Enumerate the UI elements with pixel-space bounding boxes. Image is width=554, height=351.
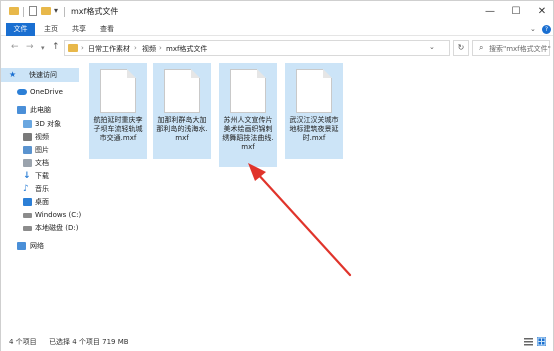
sidebar-item-quick-access[interactable]: ★ 快速访问	[1, 68, 79, 82]
tab-share[interactable]: 共享	[67, 23, 91, 36]
sidebar-item-label: 3D 对象	[35, 120, 62, 128]
new-folder-icon[interactable]	[41, 7, 51, 15]
sidebar-item-label: 音乐	[35, 185, 49, 193]
file-name: 航拍延时重庆李子坝车流轻轨城市交通.mxf	[93, 116, 143, 142]
divider	[64, 7, 65, 17]
sidebar-item-label: 此电脑	[30, 106, 51, 114]
desktop-icon	[23, 198, 32, 206]
close-button[interactable]: ✕	[527, 3, 554, 21]
file-list: 航拍延时重庆李子坝车流轻轨城市交通.mxf 加那利群岛大加那利岛的浅海水.mxf…	[83, 61, 553, 331]
search-placeholder: 搜索"mxf格式文件"	[489, 45, 551, 53]
chevron-right-icon[interactable]: ›	[159, 44, 162, 52]
sidebar-item-label: 下载	[35, 172, 49, 180]
properties-icon[interactable]	[29, 6, 37, 16]
breadcrumb-segment[interactable]: 日常工作素材	[88, 44, 130, 54]
sidebar-item-label: 视频	[35, 133, 49, 141]
network-icon	[17, 242, 26, 250]
file-tile[interactable]: 苏州人文宣传片美术绘画织锦刺绣舞蹈技法曲线.mxf	[219, 63, 277, 167]
sidebar-item-desktop[interactable]: 桌面	[1, 195, 79, 209]
file-explorer-window: ▾ mxf格式文件 — ☐ ✕ 文件 主页 共享 查看 ⌄ ? ← → ▾ ↑ …	[0, 0, 554, 351]
folder-icon	[9, 7, 19, 15]
file-tile[interactable]: 武汉江汉关城市地标建筑夜景延时.mxf	[285, 63, 343, 159]
file-tile[interactable]: 航拍延时重庆李子坝车流轻轨城市交通.mxf	[89, 63, 147, 159]
refresh-button[interactable]: ↻	[453, 40, 469, 56]
up-arrow-icon[interactable]: ↑	[52, 42, 60, 52]
file-icon	[230, 69, 266, 113]
folder-icon	[68, 44, 78, 52]
file-icon	[100, 69, 136, 113]
chevron-right-icon[interactable]: ›	[134, 44, 137, 52]
file-tile[interactable]: 加那利群岛大加那利岛的浅海水.mxf	[153, 63, 211, 159]
sidebar-item-music[interactable]: ♪ 音乐	[1, 182, 79, 196]
tab-view[interactable]: 查看	[95, 23, 119, 36]
sidebar-item-label: 桌面	[35, 198, 49, 206]
sidebar-item-label: 文档	[35, 159, 49, 167]
address-row: ← → ▾ ↑ › 日常工作素材 › 视频 › mxf格式文件 ⌄ ↻ ⌕ 搜索…	[1, 37, 553, 59]
sidebar-item-pictures[interactable]: 图片	[1, 143, 79, 157]
selection-summary: 已选择 4 个项目 719 MB	[49, 338, 129, 346]
expand-ribbon-icon[interactable]: ⌄	[530, 25, 536, 33]
computer-icon	[17, 106, 26, 114]
help-icon[interactable]: ?	[542, 25, 551, 34]
file-name: 苏州人文宣传片美术绘画织锦刺绣舞蹈技法曲线.mxf	[222, 116, 274, 151]
video-icon	[23, 133, 32, 141]
chevron-down-icon[interactable]: ▾	[54, 6, 58, 15]
star-icon: ★	[9, 70, 17, 79]
details-view-icon[interactable]	[524, 337, 533, 346]
sidebar-item-local-disk-d[interactable]: 本地磁盘 (D:)	[1, 221, 79, 235]
address-bar[interactable]: › 日常工作素材 › 视频 › mxf格式文件 ⌄	[64, 40, 450, 56]
sidebar-item-label: 图片	[35, 146, 49, 154]
search-input[interactable]: ⌕ 搜索"mxf格式文件"	[472, 40, 551, 56]
sidebar-item-documents[interactable]: 文档	[1, 156, 79, 170]
search-icon: ⌕	[479, 43, 484, 52]
cube-icon	[23, 120, 32, 128]
download-arrow-icon: ↓	[23, 171, 31, 181]
sidebar-item-label: OneDrive	[30, 88, 63, 96]
status-bar: 4 个项目 已选择 4 个项目 719 MB	[1, 334, 553, 351]
chevron-down-icon[interactable]: ⌄	[429, 43, 435, 51]
sidebar-item-windows-c[interactable]: Windows (C:)	[1, 208, 82, 222]
document-icon	[23, 159, 32, 167]
forward-arrow-icon[interactable]: →	[26, 42, 34, 52]
sidebar-item-videos[interactable]: 视频	[1, 130, 79, 144]
file-icon	[164, 69, 200, 113]
sidebar-item-downloads[interactable]: ↓ 下载	[1, 169, 79, 183]
title-bar: ▾ mxf格式文件 — ☐ ✕	[1, 1, 553, 23]
sidebar-item-network[interactable]: 网络	[1, 239, 79, 253]
picture-icon	[23, 146, 32, 154]
drive-icon	[23, 226, 32, 231]
tab-home[interactable]: 主页	[39, 23, 63, 36]
cloud-icon	[17, 89, 27, 95]
back-arrow-icon[interactable]: ←	[11, 42, 19, 52]
sidebar-item-this-pc[interactable]: 此电脑	[1, 103, 79, 117]
navigation-pane: ★ 快速访问 OneDrive 此电脑 3D 对象 视频 图片 文档 ↓ 下载 …	[1, 61, 82, 331]
ribbon-tabs: 文件 主页 共享 查看 ⌄ ?	[1, 23, 553, 36]
item-count: 4 个项目	[9, 338, 37, 346]
tab-file[interactable]: 文件	[6, 23, 35, 36]
recent-locations-icon[interactable]: ▾	[41, 44, 45, 52]
sidebar-item-label: Windows (C:)	[35, 211, 82, 219]
window-title: mxf格式文件	[71, 7, 119, 16]
sidebar-item-label: 本地磁盘 (D:)	[35, 224, 79, 232]
breadcrumb-segment[interactable]: 视频	[142, 44, 156, 54]
sidebar-item-label: 快速访问	[29, 71, 57, 79]
file-name: 武汉江汉关城市地标建筑夜景延时.mxf	[289, 116, 339, 142]
drive-icon	[23, 213, 32, 218]
chevron-right-icon[interactable]: ›	[81, 44, 84, 52]
divider	[23, 7, 24, 17]
large-icons-view-icon[interactable]	[537, 337, 546, 346]
sidebar-item-3d-objects[interactable]: 3D 对象	[1, 117, 79, 131]
file-name: 加那利群岛大加那利岛的浅海水.mxf	[156, 116, 208, 142]
sidebar-item-onedrive[interactable]: OneDrive	[1, 85, 79, 99]
music-note-icon: ♪	[23, 184, 29, 194]
file-icon	[296, 69, 332, 113]
sidebar-item-label: 网络	[30, 242, 44, 250]
breadcrumb-segment[interactable]: mxf格式文件	[166, 44, 207, 54]
